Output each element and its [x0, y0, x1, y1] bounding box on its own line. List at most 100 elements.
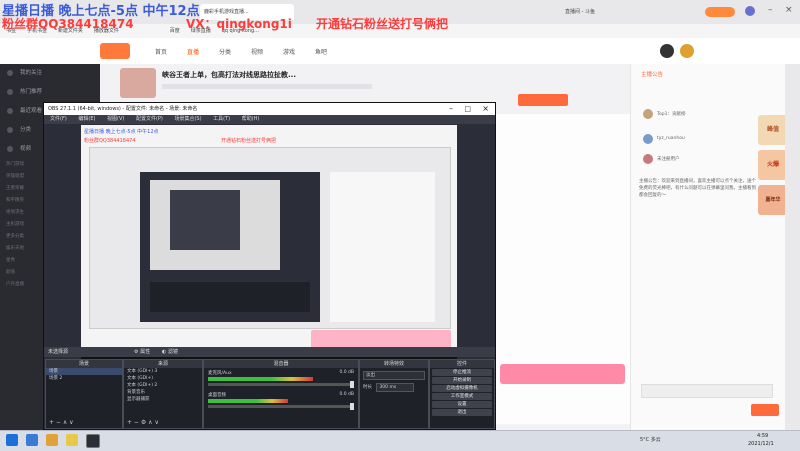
gift-banner[interactable] — [500, 364, 625, 384]
avatar[interactable] — [660, 44, 674, 58]
avatar — [643, 134, 653, 144]
chat-input[interactable] — [641, 384, 773, 398]
add-source-button[interactable]: + − ⚙ ∧ ∨ — [127, 419, 159, 426]
sources-header: 来源 — [124, 360, 202, 368]
obs-menu-bar: 文件(F) 编辑(E) 视图(V) 配置文件(P) 场景集合(S) 工具(T) … — [44, 115, 495, 124]
folder-icon[interactable] — [66, 434, 78, 446]
overlay-qq-text: 粉丝群QQ384418474 — [2, 17, 134, 31]
obs-window: OBS 27.1.1 (64-bit, windows) - 配置文件: 未命名… — [43, 102, 496, 430]
mixer-header: 混音器 — [204, 360, 358, 368]
duration-input[interactable]: 300 ms — [376, 383, 415, 392]
nav-category[interactable]: 分类 — [219, 47, 231, 56]
sidebar-item-follow[interactable]: 我的关注 — [0, 64, 100, 83]
browser-icon[interactable] — [46, 434, 58, 446]
minimize-icon[interactable]: – — [768, 5, 773, 15]
nested-capture-deep — [170, 190, 240, 250]
menu-view[interactable]: 视图(V) — [107, 116, 124, 122]
nav-games[interactable]: 游戏 — [283, 47, 295, 56]
sidebar-item-hot[interactable]: 热门推荐 — [0, 83, 100, 102]
obs-preview[interactable]: 星播日播 晚上七点-5点 中午12点 粉丝群QQ384418474 开通钻石粉丝… — [81, 125, 457, 361]
chat-tab[interactable]: 主播公告 — [641, 70, 663, 78]
source-item[interactable]: 文本 (GDI+) 2 — [124, 382, 202, 389]
scene-item[interactable]: 场景 — [46, 368, 122, 375]
menu-profile[interactable]: 配置文件(P) — [136, 116, 163, 122]
source-item[interactable]: 文本 (GDI+) — [124, 375, 202, 382]
menu-help[interactable]: 帮助(H) — [242, 116, 260, 122]
source-item[interactable]: 显示器捕获 — [124, 396, 202, 403]
transition-select[interactable]: 淡出 — [363, 371, 425, 380]
nested-obs-docks — [150, 282, 310, 312]
source-item[interactable]: 文本 (GDI+) 3 — [124, 368, 202, 375]
properties-button[interactable]: ⚙ 属性 — [134, 348, 150, 355]
weather-text[interactable]: 5°C 多云 — [640, 436, 661, 443]
obs-title-bar: OBS 27.1.1 (64-bit, windows) - 配置文件: 未命名… — [44, 103, 495, 115]
preview-overlay-text: 星播日播 晚上七点-5点 中午12点 — [84, 129, 159, 135]
follow-button[interactable] — [518, 94, 568, 106]
menu-edit[interactable]: 编辑(E) — [78, 116, 95, 122]
studio-mode-button[interactable]: 工作室模式 — [432, 393, 492, 400]
preview-overlay-text: 粉丝群QQ384418474 — [84, 138, 136, 144]
stop-streaming-button[interactable]: 停止推流 — [432, 369, 492, 376]
heart-icon — [7, 70, 13, 76]
virtual-camera-button[interactable]: 启动虚拟摄像机 — [432, 385, 492, 392]
settings-button[interactable]: 设置 — [432, 401, 492, 408]
mixer-panel: 混音器 麦克风/Aux 0.0 dB 桌面音频 0.0 dB — [203, 359, 359, 429]
controls-panel: 控件 停止推流 开始录制 启动虚拟摄像机 工作室模式 设置 退出 — [429, 359, 495, 429]
clock-date[interactable]: 2021/12/1 — [748, 441, 774, 447]
grid-icon — [7, 127, 13, 133]
volume-slider[interactable] — [208, 381, 354, 388]
page-scrollbar[interactable] — [785, 64, 800, 430]
maximize-icon[interactable]: □ — [464, 103, 471, 115]
site-logo[interactable] — [100, 43, 130, 59]
bookmark-item[interactable]: 百度 — [170, 24, 180, 38]
nested-obs-capture — [140, 172, 320, 322]
stream-meta-bar — [162, 84, 372, 89]
clock-time[interactable]: 4:59 — [757, 433, 768, 439]
promo-badge[interactable]: 峰值 — [758, 115, 788, 145]
filters-button[interactable]: ◐ 滤镜 — [162, 348, 178, 355]
menu-scene-collection[interactable]: 场景集合(S) — [174, 116, 201, 122]
minimize-icon[interactable]: – — [449, 103, 453, 115]
overlay-vx-text: VX：qingkong1i — [186, 17, 292, 31]
volume-slider[interactable] — [208, 403, 354, 410]
promo-badge[interactable]: 嘉年华 — [758, 185, 788, 215]
nav-video[interactable]: 视频 — [251, 47, 263, 56]
scene-item[interactable]: 场景 2 — [46, 375, 122, 382]
send-button[interactable] — [751, 404, 779, 416]
chat-message: Top1：贡献榜 — [657, 112, 686, 117]
promo-badge[interactable]: 火爆 — [758, 150, 788, 180]
duration-label: 时长 — [363, 385, 372, 390]
close-icon[interactable]: × — [482, 103, 489, 115]
source-item[interactable]: 背景音乐 — [124, 389, 202, 396]
scenes-panel: 场景 场景 场景 2 + − ∧ ∨ — [45, 359, 123, 429]
close-icon[interactable]: × — [785, 5, 793, 15]
start-icon[interactable] — [6, 434, 18, 446]
sources-panel: 来源 文本 (GDI+) 3 文本 (GDI+) 文本 (GDI+) 2 背景音… — [123, 359, 203, 429]
search-icon[interactable] — [26, 434, 38, 446]
clock-icon — [7, 108, 13, 114]
chat-message: tyz_ruanhou — [657, 136, 685, 141]
user-badge[interactable] — [705, 7, 735, 17]
transitions-header: 转场特效 — [360, 360, 428, 368]
avatar[interactable] — [680, 44, 694, 58]
nested-capture-inner — [150, 180, 280, 270]
nav-live[interactable]: 直播 — [187, 47, 199, 56]
exit-button[interactable]: 退出 — [432, 409, 492, 416]
mixer-channel: 桌面音频 0.0 dB — [208, 392, 354, 399]
start-recording-button[interactable]: 开始录制 — [432, 377, 492, 384]
site-header: 首页 直播 分类 视频 游戏 鱼吧 — [0, 38, 800, 65]
volume-handle[interactable] — [350, 403, 354, 410]
mixer-channel: 麦克风/Aux 0.0 dB — [208, 370, 354, 377]
streamer-notice: 主播公告：欢迎来到直播间，喜欢主播可以点个关注，送个免费的荧光棒吧，有什么问题可… — [639, 179, 756, 198]
menu-file[interactable]: 文件(F) — [50, 116, 67, 122]
add-scene-button[interactable]: + − ∧ ∨ — [49, 419, 74, 426]
source-toolbar: 未选择源 ⚙ 属性 ◐ 滤镜 — [44, 347, 495, 357]
nav-home[interactable]: 首页 — [155, 47, 167, 56]
volume-handle[interactable] — [350, 381, 354, 388]
menu-tools[interactable]: 工具(T) — [213, 116, 230, 122]
streamer-avatar[interactable] — [120, 68, 156, 98]
obs-icon[interactable] — [86, 434, 100, 448]
browser-tab[interactable]: 直播间 - 斗鱼 — [565, 4, 660, 20]
avatar[interactable] — [745, 6, 755, 16]
nav-fishbar[interactable]: 鱼吧 — [315, 47, 327, 56]
